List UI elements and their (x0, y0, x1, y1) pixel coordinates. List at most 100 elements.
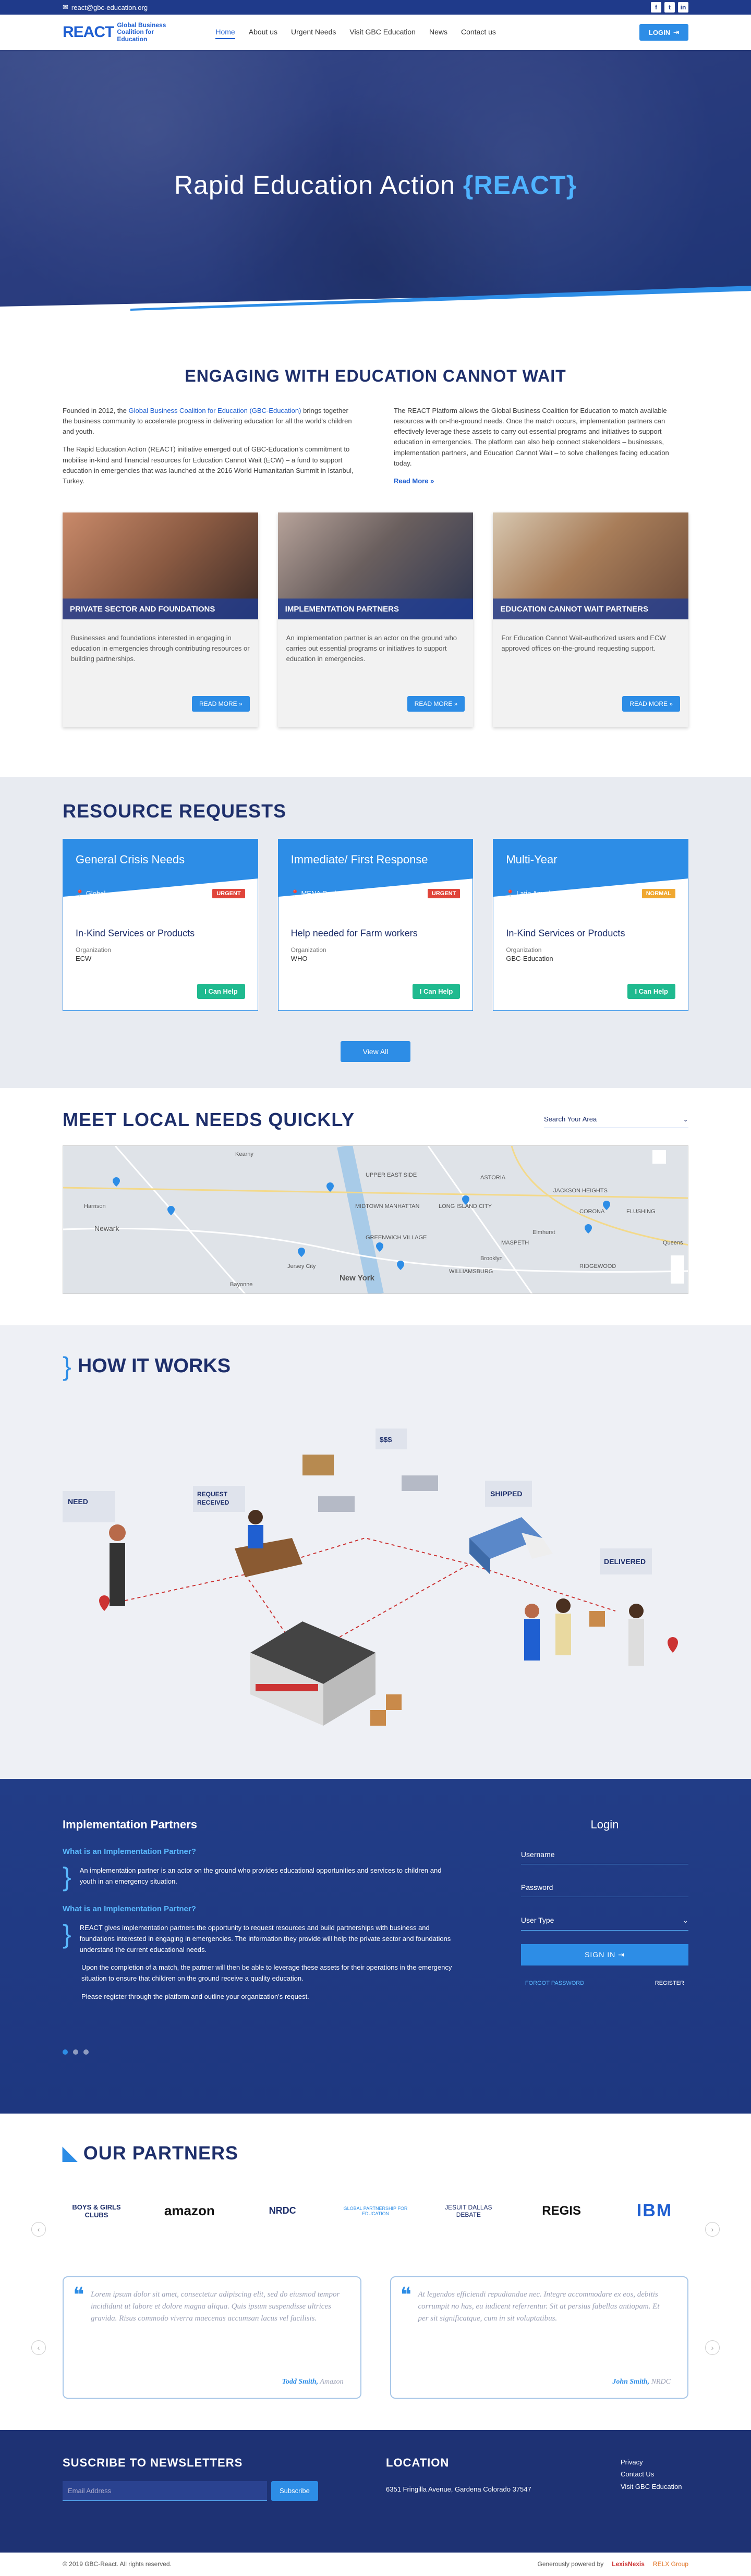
partner-logo[interactable]: JESUIT DALLAS DEBATE (434, 2204, 502, 2218)
nav-news[interactable]: News (429, 26, 447, 39)
map-label: JACKSON HEIGHTS (553, 1187, 608, 1194)
how-it-works-section: } HOW IT WORKS NEED REQUEST RECEIVED $$$ (0, 1325, 751, 1779)
lexisnexis-logo[interactable]: LexisNexis (612, 2560, 645, 2568)
area-search-select[interactable]: Search Your Area ⌄ (544, 1111, 688, 1129)
map-pin-icon[interactable] (113, 1177, 120, 1187)
twitter-icon[interactable]: t (664, 2, 675, 13)
brace-icon: } (63, 1351, 71, 1381)
role-text: Businesses and foundations interested in… (71, 633, 250, 663)
login-icon: ⇥ (673, 28, 679, 36)
login-icon: ⇥ (618, 1950, 625, 1959)
read-more-link[interactable]: Read More » (394, 477, 434, 485)
logos-next-arrow[interactable]: › (705, 2221, 720, 2237)
map-pin-icon[interactable] (585, 1224, 592, 1234)
map-pin-icon[interactable] (167, 1205, 175, 1215)
partner-logo[interactable]: NRDC (249, 2205, 317, 2216)
username-field[interactable]: Username (520, 1845, 688, 1864)
sign-in-button[interactable]: SIGN IN ⇥ (520, 1944, 688, 1965)
carousel-dot[interactable] (63, 2049, 68, 2055)
testimonial-card: ❝ Lorem ipsum dolor sit amet, consectetu… (63, 2276, 361, 2399)
logos-prev-arrow[interactable]: ‹ (31, 2221, 46, 2237)
testimonials-next-arrow[interactable]: › (705, 2340, 720, 2355)
engaging-p1: Founded in 2012, the Global Business Coa… (63, 406, 357, 437)
nav-urgent-needs[interactable]: Urgent Needs (291, 26, 336, 39)
location-text: MENA Region (301, 889, 344, 897)
visit-gbc-link[interactable]: Visit GBC Education (621, 2481, 682, 2493)
org-label: Organization (506, 946, 542, 954)
map-pin-icon[interactable] (397, 1260, 404, 1270)
contact-email[interactable]: ✉ react@gbc-education.org (63, 3, 148, 11)
location-title: LOCATION (386, 2456, 450, 2469)
resources-title: RESOURCE REQUESTS (63, 800, 287, 822)
partner-logo[interactable]: IBM (621, 2201, 688, 2221)
partner-logo[interactable]: GLOBAL PARTNERSHIP FOR EDUCATION (342, 2206, 409, 2216)
request-card: General Crisis Needs 📍 Global URGENT In-… (63, 838, 258, 1011)
engaging-right-col: The REACT Platform allows the Global Bus… (394, 406, 688, 494)
forgot-password-link[interactable]: FORGOT PASSWORD (525, 1980, 584, 1986)
map-pin-icon[interactable] (462, 1195, 469, 1205)
map-pin-icon[interactable] (376, 1242, 383, 1252)
title-flag-icon: ◣ (63, 2142, 78, 2164)
read-more-button[interactable]: READ MORE » (191, 695, 250, 712)
map-pin-icon[interactable] (603, 1200, 610, 1210)
contact-link[interactable]: Contact Us (621, 2468, 682, 2480)
needs-map[interactable]: Kearny Jersey City New York Newark Queen… (63, 1145, 688, 1294)
role-text: An implementation partner is an actor on… (286, 633, 457, 663)
user-type-select[interactable]: User Type ⌄ (520, 1911, 688, 1931)
svg-text:DELIVERED: DELIVERED (604, 1557, 646, 1566)
role-card-ecw: EDUCATION CANNOT WAIT PARTNERS For Educa… (493, 512, 689, 727)
role-image: EDUCATION CANNOT WAIT PARTNERS (493, 512, 689, 619)
map-pin-icon[interactable] (298, 1247, 305, 1257)
map-roads (63, 1145, 688, 1293)
nav-visit-gbc[interactable]: Visit GBC Education (349, 26, 416, 39)
carousel-dot[interactable] (73, 2049, 78, 2055)
request-heading: Immediate/ First Response (290, 852, 428, 866)
hero-title-text: Rapid Education Action (174, 170, 455, 200)
newsletter-title: SUSCRIBE TO NEWSLETTERS (63, 2456, 243, 2469)
partner-logos: BOYS & GIRLS CLUBS amazon NRDC GLOBAL PA… (63, 2185, 688, 2237)
meet-local-needs-section: MEET LOCAL NEEDS QUICKLY Search Your Are… (0, 1088, 751, 1325)
text: Founded in 2012, the (63, 407, 129, 414)
meet-title: MEET LOCAL NEEDS QUICKLY (63, 1108, 355, 1130)
impl-text: Please register through the platform and… (81, 1992, 309, 2000)
map-label: MIDTOWN MANHATTAN (355, 1203, 420, 1210)
i-can-help-button[interactable]: I Can Help (197, 983, 245, 999)
status-badge: URGENT (212, 888, 245, 898)
impl-title: Implementation Partners (63, 1817, 197, 1831)
view-all-button[interactable]: View All (341, 1041, 410, 1062)
author-name: Todd Smith, (282, 2377, 319, 2386)
header-login-button[interactable]: LOGIN ⇥ (639, 24, 688, 41)
partner-logo[interactable]: REGIS (528, 2204, 596, 2218)
impl-text: Upon the completion of a match, the part… (81, 1963, 452, 1983)
logo[interactable]: REACT Global Business Coalition for Educ… (63, 22, 166, 43)
subscribe-button[interactable]: Subscribe (271, 2481, 318, 2501)
social-links: f t in (651, 2, 688, 13)
read-more-button[interactable]: READ MORE » (622, 695, 681, 712)
password-field[interactable]: Password (520, 1878, 688, 1897)
nav-home[interactable]: Home (215, 26, 235, 39)
nav-about[interactable]: About us (249, 26, 277, 39)
carousel-dot[interactable] (83, 2049, 89, 2055)
testimonial-author: Todd Smith, Amazon (282, 2378, 344, 2386)
linkedin-icon[interactable]: in (678, 2, 688, 13)
role-title: PRIVATE SECTOR AND FOUNDATIONS (63, 598, 258, 619)
i-can-help-button[interactable]: I Can Help (412, 983, 461, 999)
read-more-button[interactable]: READ MORE » (407, 695, 465, 712)
location-text: Global (86, 889, 106, 897)
org-name: GBC-Education (506, 954, 553, 962)
register-link[interactable]: REGISTER (655, 1980, 684, 1986)
relx-logo[interactable]: RELX Group (653, 2560, 688, 2568)
testimonials-prev-arrow[interactable]: ‹ (31, 2340, 46, 2355)
partner-logo[interactable]: BOYS & GIRLS CLUBS (63, 2203, 130, 2219)
privacy-link[interactable]: Privacy (621, 2456, 682, 2468)
address: 6351 Fringilla Avenue, Gardena Colorado … (386, 2485, 531, 2493)
nav-contact[interactable]: Contact us (461, 26, 496, 39)
location-text: Latin America (516, 889, 558, 897)
gbc-link[interactable]: Global Business Coalition for Education … (129, 407, 301, 414)
how-title: } HOW IT WORKS (63, 1351, 688, 1382)
i-can-help-button[interactable]: I Can Help (627, 983, 676, 999)
map-pin-icon[interactable] (326, 1182, 334, 1192)
facebook-icon[interactable]: f (651, 2, 661, 13)
partner-logo[interactable]: amazon (155, 2203, 223, 2219)
newsletter-email-input[interactable]: Email Address (63, 2481, 267, 2501)
